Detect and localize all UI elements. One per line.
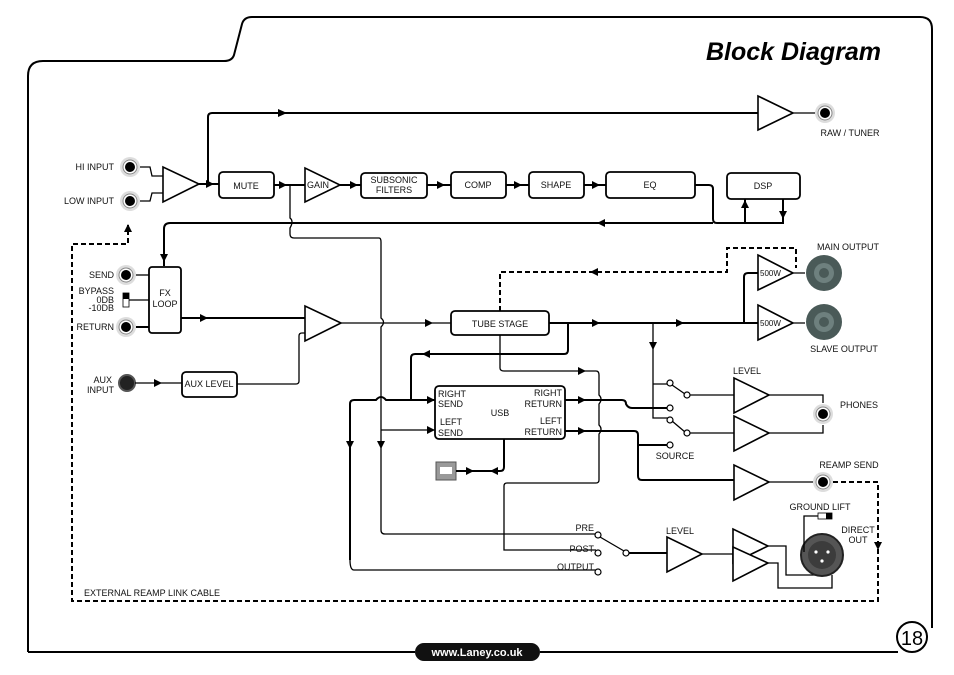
aux-input-label-1: AUX	[93, 375, 112, 385]
slave-output-label: SLAVE OUTPUT	[810, 344, 878, 354]
aux-input-label-2: INPUT	[87, 385, 115, 395]
fx-loop-label-1: FX	[159, 288, 171, 298]
send-label: SEND	[89, 270, 115, 280]
subsonic-label-1: SUBSONIC	[370, 175, 418, 185]
fx-loop-label-2: LOOP	[152, 299, 177, 309]
raw-tuner-amp	[757, 94, 795, 132]
output-label: OUTPUT	[557, 562, 595, 572]
mix-amp	[304, 304, 343, 343]
reamp-send-amp	[733, 463, 771, 502]
ground-lift-label: GROUND LIFT	[789, 502, 851, 512]
low-input-label: LOW INPUT	[64, 196, 115, 206]
main-power-amp-label: 500W	[760, 269, 781, 278]
right-send-label-1: RIGHT	[438, 389, 467, 399]
phones-amp-right	[733, 414, 771, 453]
dsp-label: DSP	[754, 181, 773, 191]
phones-jack-icon	[813, 404, 833, 424]
page-number: 18	[901, 628, 923, 650]
usb-port-icon	[435, 461, 457, 481]
comp-label: COMP	[465, 180, 492, 190]
left-return-label-1: LEFT	[540, 416, 563, 426]
slave-power-amp-label: 500W	[760, 319, 781, 328]
level-switch-icon[interactable]	[122, 292, 130, 308]
block-diagram: Block Diagram 18 www.Laney.co.uk HI INPU…	[27, 16, 933, 661]
return-jack-icon	[116, 317, 136, 337]
slave-output-speakon-icon	[806, 304, 842, 340]
left-send-label-1: LEFT	[440, 417, 463, 427]
raw-tuner-jack-icon	[815, 103, 835, 123]
direct-level-label: LEVEL	[666, 526, 694, 536]
subsonic-label-2: FILTERS	[376, 185, 412, 195]
direct-level-amp	[666, 535, 704, 574]
hi-input-jack-icon	[120, 157, 140, 177]
source-label: SOURCE	[656, 451, 695, 461]
pre-label: PRE	[575, 523, 594, 533]
aux-input-jack-icon	[118, 374, 136, 392]
phones-label: PHONES	[840, 400, 878, 410]
main-output-label: MAIN OUTPUT	[817, 242, 880, 252]
raw-tuner-label: RAW / TUNER	[820, 128, 880, 138]
post-label: POST	[569, 544, 594, 554]
phones-level-label: LEVEL	[733, 366, 761, 376]
right-return-label-2: RETURN	[525, 399, 563, 409]
aux-level-label: AUX LEVEL	[184, 379, 233, 389]
left-send-label-2: SEND	[438, 428, 464, 438]
ground-lift-switch-icon[interactable]	[817, 512, 833, 520]
return-label: RETURN	[77, 322, 115, 332]
left-return-label-2: RETURN	[525, 427, 563, 437]
direct-source-switch[interactable]	[594, 531, 630, 576]
direct-out-label-1: DIRECT	[841, 525, 875, 535]
right-return-label-1: RIGHT	[534, 388, 563, 398]
right-send-label-2: SEND	[438, 399, 464, 409]
reamp-send-jack-icon	[813, 472, 833, 492]
minus-ten-db-label: -10DB	[88, 303, 114, 313]
direct-out-xlr-icon	[800, 533, 844, 577]
tube-stage-label: TUBE STAGE	[472, 319, 528, 329]
low-input-jack-icon	[120, 191, 140, 211]
gain-label: GAIN	[307, 180, 329, 190]
shape-label: SHAPE	[541, 180, 572, 190]
eq-label: EQ	[643, 180, 656, 190]
external-reamp-cable-label: EXTERNAL REAMP LINK CABLE	[84, 588, 220, 598]
main-output-speakon-icon	[806, 255, 842, 291]
direct-out-label-2: OUT	[849, 535, 869, 545]
page-title: Block Diagram	[706, 38, 881, 66]
input-preamp	[162, 165, 201, 204]
hi-input-label: HI INPUT	[75, 162, 114, 172]
phones-amp-left	[733, 376, 771, 415]
reamp-send-label: REAMP SEND	[819, 460, 879, 470]
send-jack-icon	[116, 265, 136, 285]
mute-label: MUTE	[233, 181, 259, 191]
usb-label: USB	[491, 408, 510, 418]
footer-url[interactable]: www.Laney.co.uk	[430, 647, 523, 659]
